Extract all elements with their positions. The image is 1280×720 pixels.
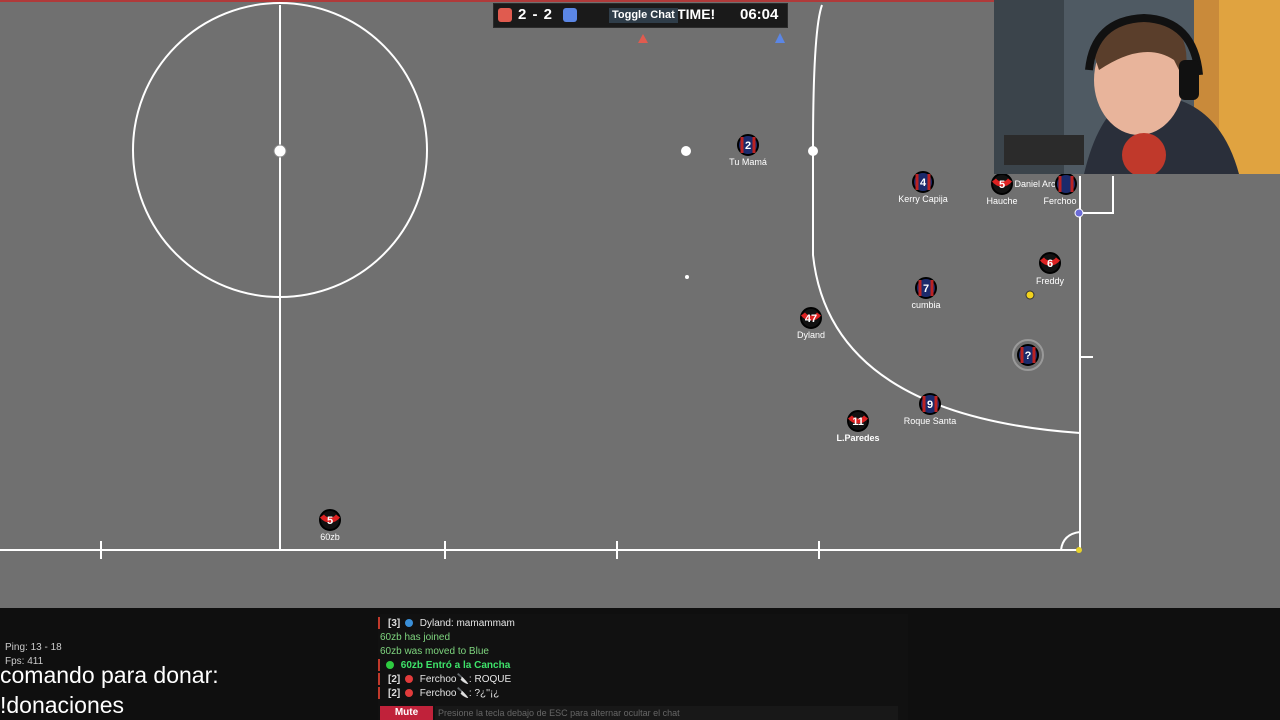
arc-spot (808, 146, 818, 156)
player-number: 4 (920, 177, 927, 189)
player-dot-icon (405, 619, 414, 627)
chat-bar (378, 673, 380, 685)
player-disc: ? (1012, 339, 1044, 371)
chat-text: 60zb was moved to Blue (380, 646, 489, 657)
player-name: Hauche (986, 196, 1017, 206)
chat-team-prefix: [2] (388, 688, 401, 699)
chat-message: 60zb was moved to Blue (380, 646, 489, 657)
mute-button[interactable]: Mute (380, 706, 433, 720)
player-disc: Daniel Arc (1014, 179, 1056, 189)
chat-text: 60zb Entró a la Cancha (400, 660, 511, 671)
small-spot (685, 275, 689, 279)
chat-text: Dyland: mamammam (419, 618, 515, 629)
scoreboard: 2 - 2 RTIME! Toggle Chat 06:04 (493, 3, 788, 28)
webcam-image (994, 0, 1280, 174)
player-name: 60zb (320, 532, 340, 542)
chat-bar (378, 617, 380, 629)
chat-bar (378, 687, 380, 699)
player-number: 5 (327, 515, 333, 527)
chat-text: Ferchoo🔪: ROQUE (419, 674, 512, 685)
red-team-indicator (498, 8, 512, 22)
chat-team-prefix: [2] (388, 674, 401, 685)
player-number: 5 (999, 179, 1005, 191)
player-name: Freddy (1036, 276, 1065, 286)
chat-message: [2] Ferchoo🔪: ?¿''¡¿ (388, 688, 499, 699)
ball (273, 144, 287, 158)
player-dot-icon (405, 689, 414, 697)
player-name: Ferchoo (1043, 196, 1076, 206)
blue-team-indicator (563, 8, 577, 22)
chat-box: [3] Dyland: mamammam 60zb has joined 60z… (378, 614, 908, 720)
yellow-marker (1025, 290, 1035, 300)
chat-message: [2] Ferchoo🔪: ROQUE (388, 674, 511, 685)
chat-bar (378, 659, 380, 671)
goal-post (1074, 208, 1084, 218)
chat-message: [3] Dyland: mamammam (388, 618, 515, 629)
chat-team-prefix: [3] (388, 618, 401, 629)
player-name: Roque Santa (904, 416, 957, 426)
corner-flag (1076, 547, 1082, 553)
toggle-chat-button[interactable]: Toggle Chat (609, 8, 678, 23)
player-number: 7 (923, 283, 929, 295)
player-number: ? (1025, 350, 1032, 362)
player-number: 9 (927, 399, 933, 411)
player-name: L.Paredes (836, 433, 879, 443)
match-clock: 06:04 (740, 6, 779, 23)
player-number: 11 (852, 416, 864, 428)
ping-readout: Ping: 13 - 18 (5, 642, 62, 653)
score: 2 - 2 (518, 6, 554, 23)
player-number: 6 (1047, 258, 1053, 270)
player-name: Tu Mamá (729, 157, 767, 167)
penalty-spot (681, 146, 691, 156)
join-dot-icon (386, 661, 394, 669)
chat-message: 60zb Entró a la Cancha (384, 660, 510, 671)
player-number: 47 (805, 313, 817, 325)
donation-command-label: comando para donar: (0, 662, 219, 688)
player-disc: 5 60zb (319, 509, 341, 542)
chat-text: Ferchoo🔪: ?¿''¡¿ (419, 688, 500, 699)
donation-command: !donaciones (0, 692, 125, 718)
player-dot-icon (405, 675, 414, 683)
chat-text: 60zb has joined (380, 632, 451, 643)
player-name: cumbia (911, 300, 940, 310)
player-number: 2 (745, 140, 751, 152)
bottom-panel: Ping: 13 - 18 Fps: 411 comando para dona… (0, 608, 1280, 720)
webcam-feed (994, 0, 1280, 174)
player-name: Dyland (797, 330, 825, 340)
chat-message: 60zb has joined (380, 632, 450, 643)
player-name: Daniel Arc (1014, 179, 1056, 189)
chat-input[interactable]: Presione la tecla debajo de ESC para alt… (435, 706, 898, 720)
player-name: Kerry Capija (898, 194, 948, 204)
